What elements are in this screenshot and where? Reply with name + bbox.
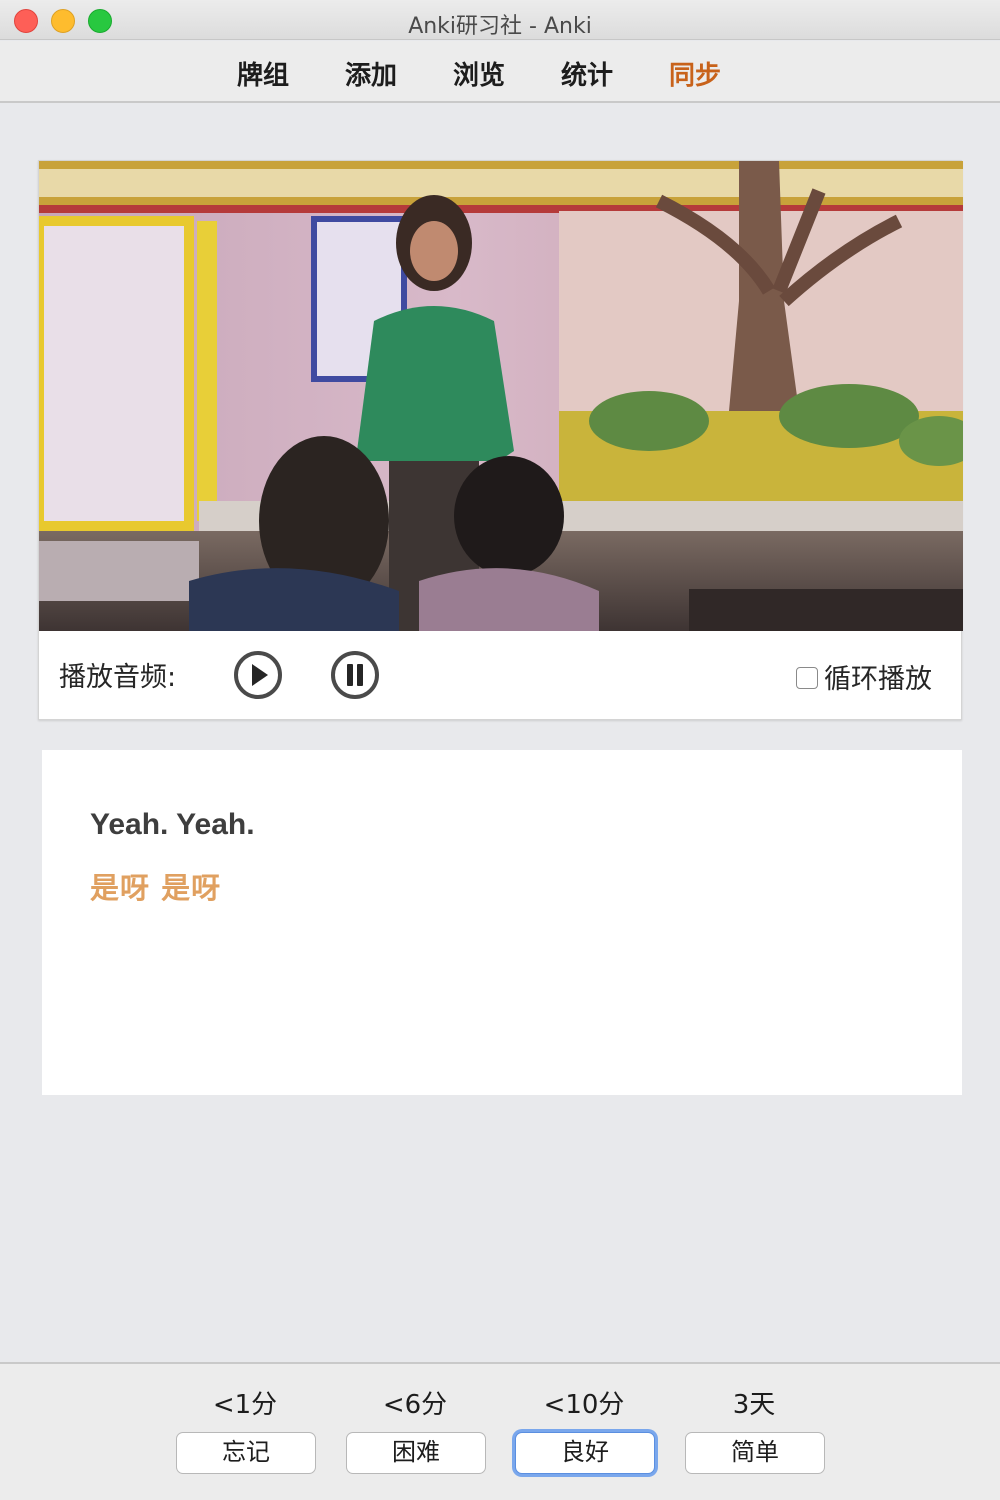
- english-sentence: Yeah. Yeah.: [90, 808, 255, 841]
- hard-button[interactable]: 困难: [346, 1432, 486, 1474]
- interval-easy: 3天: [732, 1390, 776, 1420]
- toolbar-decks-link[interactable]: 牌组: [237, 55, 289, 92]
- play-audio-label: 播放音频:: [59, 662, 177, 693]
- window-title: Anki研习社 - Anki: [408, 14, 592, 39]
- main-toolbar: 牌组 添加 浏览 统计 同步: [0, 41, 1000, 103]
- toolbar-browse-link[interactable]: 浏览: [453, 55, 505, 92]
- good-button[interactable]: 良好: [515, 1432, 655, 1474]
- classroom-video-still: [39, 161, 963, 631]
- chinese-translation: 是呀 是呀: [90, 871, 222, 905]
- easy-button[interactable]: 简单: [685, 1432, 825, 1474]
- interval-good: <10分: [543, 1390, 625, 1420]
- title-bar: Anki研习社 - Anki: [0, 0, 1000, 40]
- loop-playback-checkbox[interactable]: [796, 667, 818, 689]
- audio-controls: 播放音频: 循环播放: [39, 631, 963, 721]
- answer-bar: <1分 <6分 <10分 3天 忘记 困难 良好 简单: [0, 1362, 1000, 1500]
- again-button[interactable]: 忘记: [176, 1432, 316, 1474]
- toolbar-add-link[interactable]: 添加: [345, 55, 397, 92]
- interval-hard: <6分: [382, 1390, 448, 1420]
- interval-again: <1分: [212, 1390, 278, 1420]
- loop-playback-label[interactable]: 循环播放: [824, 657, 932, 696]
- video-card: 播放音频: 循环播放: [38, 160, 963, 721]
- video-frame[interactable]: [39, 161, 963, 631]
- play-circle-icon[interactable]: [232, 649, 284, 701]
- card-content: Yeah. Yeah. 是呀 是呀: [42, 750, 962, 1095]
- toolbar-stats-link[interactable]: 统计: [561, 55, 613, 92]
- pause-circle-icon[interactable]: [329, 649, 381, 701]
- toolbar-sync-link[interactable]: 同步: [669, 55, 721, 92]
